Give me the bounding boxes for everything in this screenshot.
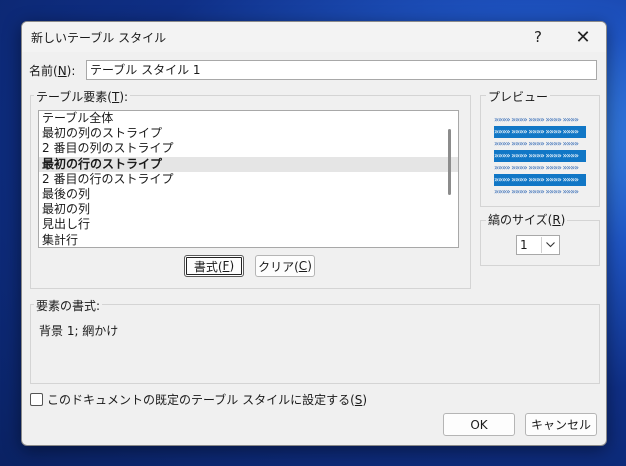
stripe-size-value: 1 <box>520 238 528 252</box>
table-style-preview: »»»» »»»» »»»» »»»» »»»»»»»» »»»» »»»» »… <box>494 114 586 198</box>
chevron-down-icon[interactable] <box>541 237 558 253</box>
cancel-button[interactable]: キャンセル <box>525 413 597 436</box>
stripe-size-title: 縞のサイズ(R) <box>486 211 568 228</box>
preview-title: プレビュー <box>486 88 551 105</box>
set-default-checkbox[interactable] <box>30 393 43 406</box>
table-elements-listbox[interactable]: テーブル全体 最初の列のストライプ 2 番目の列のストライプ 最初の行のストライプ 2 … <box>38 110 459 248</box>
name-input[interactable]: テーブル スタイル 1 <box>86 60 597 80</box>
list-item[interactable]: 2 番目の行のストライプ <box>39 172 458 187</box>
title-bar: 新しいテーブル スタイル ? ✕ <box>22 22 606 52</box>
name-label: 名前(N): <box>29 64 76 78</box>
clear-button[interactable]: クリア(C) <box>255 255 315 277</box>
preview-row: »»»» »»»» »»»» »»»» »»»» <box>494 163 579 172</box>
element-format-value: 背景 1; 網かけ <box>39 324 119 338</box>
preview-band-row: »»»» »»»» »»»» »»»» »»»» <box>494 150 586 162</box>
preview-band-row: »»»» »»»» »»»» »»»» »»»» <box>494 126 586 138</box>
listbox-scrollbar[interactable] <box>448 129 451 195</box>
dialog-title: 新しいテーブル スタイル <box>31 31 167 45</box>
help-button[interactable]: ? <box>516 22 560 52</box>
preview-band-row: »»»» »»»» »»»» »»»» »»»» <box>494 174 586 186</box>
stripe-size-select[interactable]: 1 <box>516 235 560 255</box>
preview-row: »»»» »»»» »»»» »»»» »»»» <box>494 115 579 124</box>
new-table-style-dialog: 新しいテーブル スタイル ? ✕ 名前(N): テーブル スタイル 1 テーブル… <box>21 21 607 446</box>
close-button[interactable]: ✕ <box>561 22 605 52</box>
preview-row: »»»» »»»» »»»» »»»» »»»» <box>494 187 579 196</box>
list-item[interactable]: テーブル全体 <box>39 111 458 126</box>
element-format-title: 要素の書式: <box>34 297 103 314</box>
ok-button[interactable]: OK <box>443 413 515 436</box>
list-item[interactable]: 最初の行のストライプ <box>39 156 458 172</box>
format-button[interactable]: 書式(F) <box>184 255 244 277</box>
list-item[interactable]: 最初の列のストライプ <box>39 126 458 141</box>
table-elements-title: テーブル要素(T): <box>34 88 131 105</box>
set-default-label[interactable]: このドキュメントの既定のテーブル スタイルに設定する(S) <box>47 391 367 408</box>
list-item[interactable]: 最初の列 <box>39 202 458 217</box>
preview-row: »»»» »»»» »»»» »»»» »»»» <box>494 139 579 148</box>
element-format-group <box>30 304 600 384</box>
list-item[interactable]: 最後の列 <box>39 187 458 202</box>
list-item[interactable]: 2 番目の列のストライプ <box>39 141 458 156</box>
list-item[interactable]: 集計行 <box>39 233 458 248</box>
list-item[interactable]: 見出し行 <box>39 217 458 232</box>
